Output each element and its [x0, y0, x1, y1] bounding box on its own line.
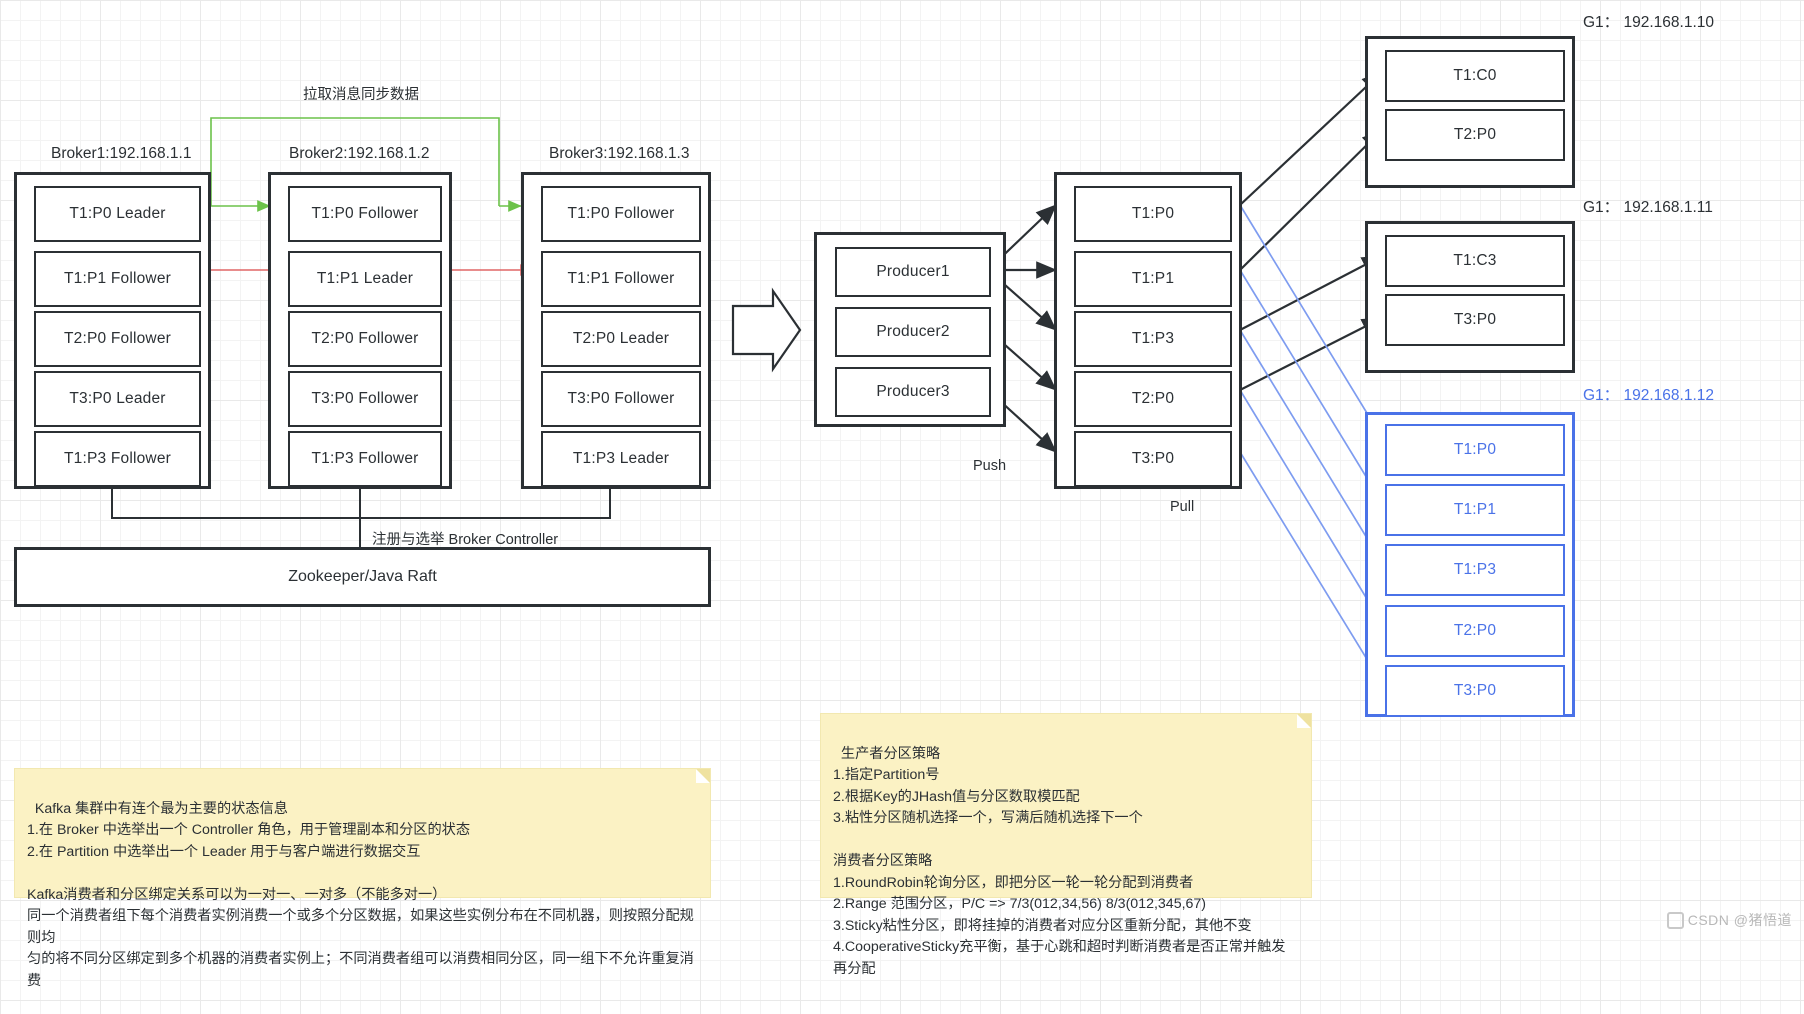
partition-cell: T1:P0 Leader	[34, 186, 201, 242]
partition-cell: T3:P0 Follower	[541, 371, 701, 427]
consumer-cell: T2:P0	[1385, 605, 1565, 657]
partition-cell: T3:P0 Leader	[34, 371, 201, 427]
partition-cell: T2:P0 Follower	[288, 311, 442, 367]
strategy-note: 生产者分区策略 1.指定Partition号 2.根据Key的JHash值与分区…	[820, 713, 1312, 977]
consumer-cell: T3:P0	[1385, 665, 1565, 717]
partition-cell: T1:P3 Follower	[34, 431, 201, 487]
consumer-cell: T1:C0	[1385, 50, 1565, 102]
controller-label: 注册与选举 Broker Controller	[372, 532, 559, 548]
broker-caption-2: Broker2:192.168.1.2	[289, 145, 430, 162]
partition-cell: T1:P1 Leader	[288, 251, 442, 307]
pull-label: Pull	[1170, 499, 1195, 515]
topic-cell: T2:P0	[1074, 371, 1232, 427]
push-label: Push	[973, 458, 1007, 474]
broker-frame-1: T1:P0 Leader T1:P1 Follower T2:P0 Follow…	[14, 172, 211, 489]
producer-cell: Producer3	[835, 367, 991, 417]
producer-cell: Producer1	[835, 247, 991, 297]
consumer-cell: T3:P0	[1385, 294, 1565, 346]
consumer-group-frame-1: T1:C0 T2:P0	[1365, 36, 1575, 188]
consumer-cell: T2:P0	[1385, 109, 1565, 161]
topic-cell: T1:P1	[1074, 251, 1232, 307]
broker-caption-3: Broker3:192.168.1.3	[549, 145, 690, 162]
consumer-group-caption-2: G1： 192.168.1.11	[1583, 199, 1713, 216]
csdn-logo-icon	[1666, 911, 1684, 929]
consumer-cell: T1:P0	[1385, 424, 1565, 476]
sync-label: 拉取消息同步数据	[303, 87, 419, 103]
note-fold-icon	[1297, 714, 1311, 728]
partition-cell: T1:P3 Follower	[288, 431, 442, 487]
partition-cell: T2:P0 Leader	[541, 311, 701, 367]
cluster-note: Kafka 集群中有连个最为主要的状态信息 1.在 Broker 中选举出一个 …	[14, 768, 711, 989]
watermark-text: CSDN @猪悟道	[1687, 912, 1792, 928]
consumer-group-frame-2: T1:C3 T3:P0	[1365, 221, 1575, 373]
producer-cell: Producer2	[835, 307, 991, 357]
consumer-cell: T1:P3	[1385, 544, 1565, 596]
consumer-cell: T1:P1	[1385, 484, 1565, 536]
topic-cell: T1:P0	[1074, 186, 1232, 242]
broker-frame-2: T1:P0 Follower T1:P1 Leader T2:P0 Follow…	[268, 172, 452, 489]
partition-cell: T1:P0 Follower	[541, 186, 701, 242]
topic-cell: T3:P0	[1074, 431, 1232, 487]
watermark: CSDN @猪悟道	[1666, 910, 1792, 930]
broker-caption-1: Broker1:192.168.1.1	[51, 145, 192, 162]
strategy-note-text: 生产者分区策略 1.指定Partition号 2.根据Key的JHash值与分区…	[833, 745, 1286, 977]
partition-cell: T1:P1 Follower	[34, 251, 201, 307]
topic-frame: T1:P0 T1:P1 T1:P3 T2:P0 T3:P0	[1054, 172, 1242, 489]
partition-cell: T3:P0 Follower	[288, 371, 442, 427]
consumer-cell: T1:C3	[1385, 235, 1565, 287]
consumer-group-caption-3: G1： 192.168.1.12	[1583, 387, 1714, 404]
topic-cell: T1:P3	[1074, 311, 1232, 367]
note-fold-icon	[696, 769, 710, 783]
cluster-note-text: Kafka 集群中有连个最为主要的状态信息 1.在 Broker 中选举出一个 …	[27, 800, 694, 989]
partition-cell: T1:P0 Follower	[288, 186, 442, 242]
broker-frame-3: T1:P0 Follower T1:P1 Follower T2:P0 Lead…	[521, 172, 711, 489]
consumer-group-caption-1: G1： 192.168.1.10	[1583, 14, 1714, 31]
partition-cell: T1:P1 Follower	[541, 251, 701, 307]
partition-cell: T2:P0 Follower	[34, 311, 201, 367]
partition-cell: T1:P3 Leader	[541, 431, 701, 487]
zookeeper-box: Zookeeper/Java Raft	[14, 547, 711, 607]
producer-frame: Producer1 Producer2 Producer3	[814, 232, 1006, 427]
consumer-group-frame-3: T1:P0 T1:P1 T1:P3 T2:P0 T3:P0	[1365, 412, 1575, 717]
